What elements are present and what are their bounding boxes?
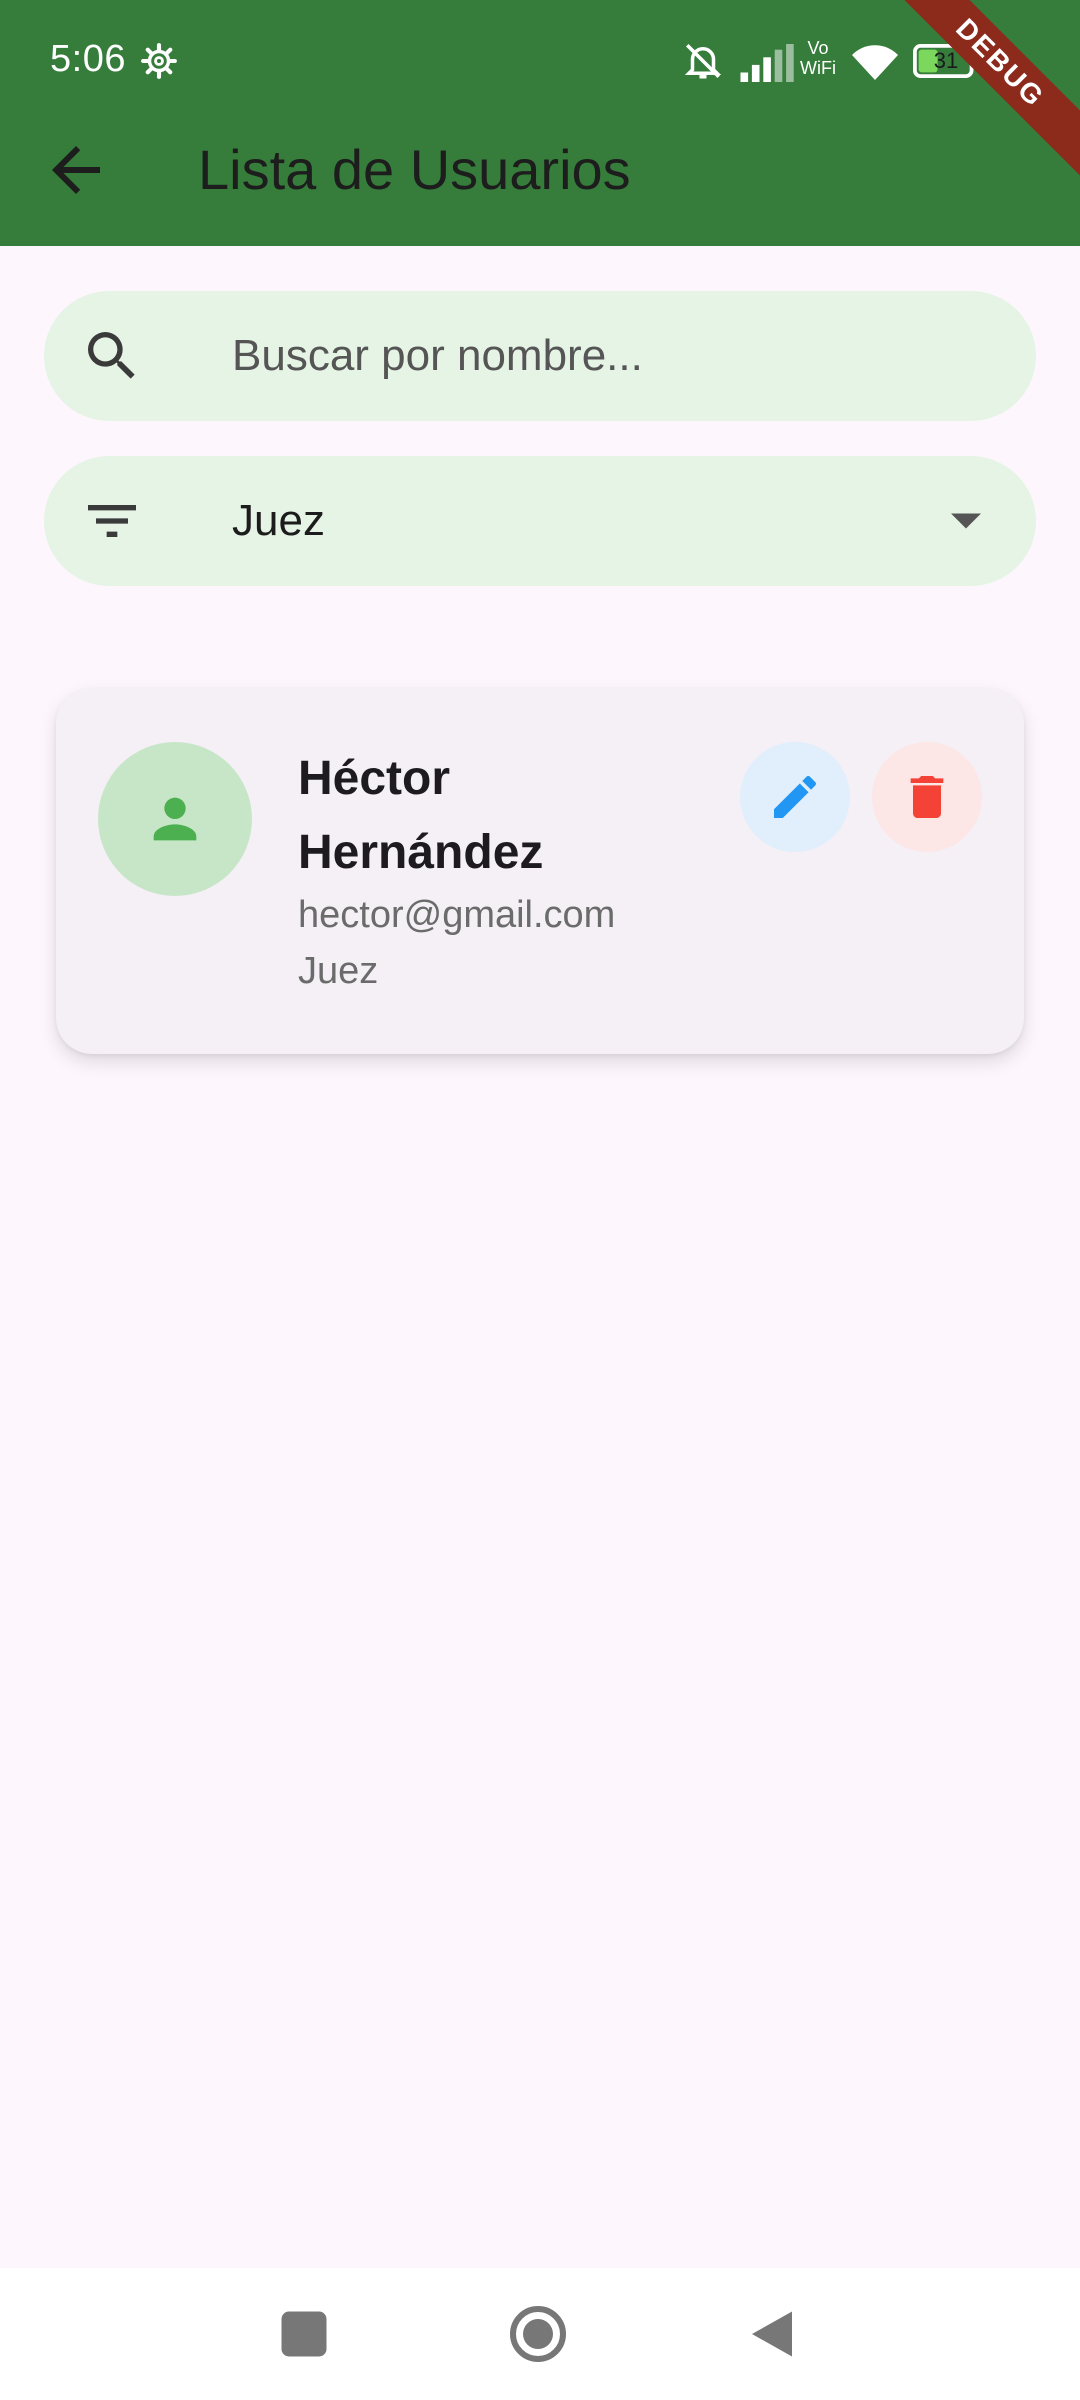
chevron-down-icon (951, 513, 981, 529)
system-nav-bar (0, 2268, 1080, 2400)
avatar (98, 742, 252, 896)
user-role: Juez (298, 950, 379, 992)
home-button[interactable] (508, 2304, 568, 2364)
trash-icon (910, 776, 944, 818)
user-card[interactable]: Héctor Hernández hector@gmail.com Juez (56, 688, 1024, 1054)
search-input[interactable] (188, 291, 1008, 421)
role-filter-dropdown[interactable]: Juez (44, 456, 1036, 586)
mute-bell-icon (684, 44, 722, 79)
arrow-back-icon (52, 146, 100, 194)
recents-button[interactable] (274, 2304, 334, 2364)
triangle-back-icon (752, 2311, 792, 2357)
delete-button[interactable] (872, 742, 982, 852)
page-title: Lista de Usuarios (198, 138, 631, 201)
filter-icon (88, 505, 136, 537)
pencil-icon (774, 775, 817, 818)
debug-banner: DEBUG (877, 0, 1080, 186)
status-time: 5:06 (50, 38, 126, 80)
app-bar: 5:06 Vo WiFi 31 DEBUG Lista de Usuarios (0, 0, 1080, 246)
edit-button[interactable] (740, 742, 850, 852)
vowifi-line1: Vo (807, 38, 829, 58)
search-icon (88, 332, 135, 379)
person-icon (153, 797, 197, 841)
vowifi-line2: WiFi (800, 58, 836, 78)
square-icon (281, 2311, 327, 2357)
back-button[interactable] (40, 134, 112, 206)
back-nav-button[interactable] (742, 2304, 802, 2364)
user-email: hector@gmail.com (298, 894, 616, 936)
user-name: Héctor Hernández (298, 752, 544, 879)
filter-selected-value: Juez (232, 496, 325, 545)
search-field[interactable] (44, 291, 1036, 421)
signal-icon (740, 44, 794, 82)
gear-icon (141, 43, 177, 79)
vowifi-icon: Vo WiFi (796, 38, 840, 84)
wifi-icon (852, 45, 898, 80)
